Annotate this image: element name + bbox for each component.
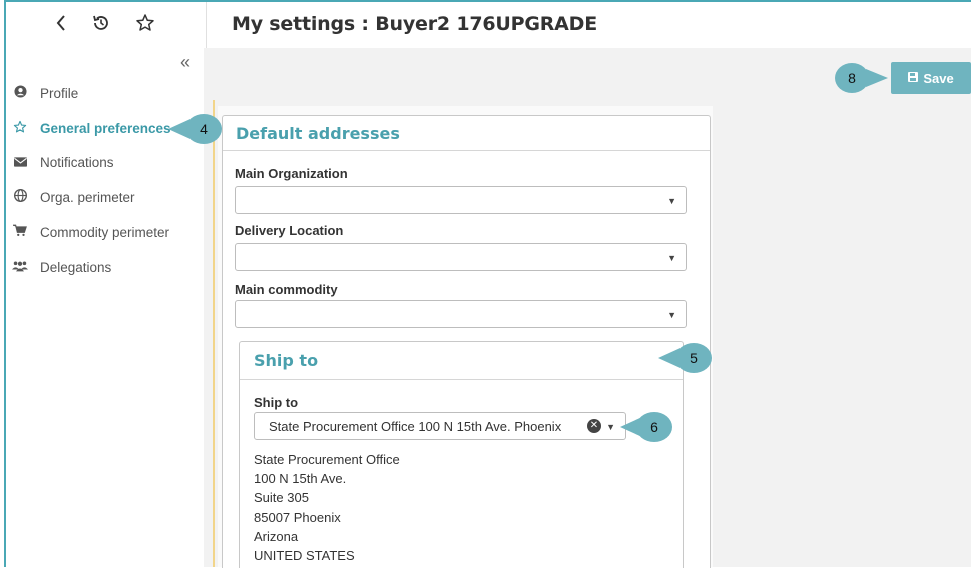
ship-to-header: Ship to xyxy=(240,342,683,380)
address-line: UNITED STATES xyxy=(254,548,355,563)
callout-6: 6 xyxy=(636,412,672,442)
main-organization-label: Main Organization xyxy=(235,166,348,181)
address-line: State Procurement Office xyxy=(254,452,400,467)
sidebar-item-commodity-perimeter[interactable]: Commodity perimeter xyxy=(6,217,204,247)
chevron-down-icon: ▼ xyxy=(667,310,676,320)
star-icon xyxy=(8,120,32,137)
sidebar-item-label: Orga. perimeter xyxy=(40,189,135,205)
sidebar-item-label: Profile xyxy=(40,85,79,101)
favorite-star-icon[interactable] xyxy=(132,10,158,36)
delivery-location-select[interactable]: ▼ xyxy=(235,243,687,271)
envelope-icon xyxy=(8,155,32,170)
history-icon[interactable] xyxy=(88,10,114,36)
callout-8-pointer xyxy=(866,69,888,87)
user-circle-icon xyxy=(8,85,32,101)
address-line: Suite 305 xyxy=(254,490,309,505)
cart-icon xyxy=(8,224,32,240)
globe-icon xyxy=(8,188,32,205)
panel-title: Default addresses xyxy=(236,124,400,143)
main-commodity-select[interactable]: ▼ xyxy=(235,300,687,328)
sidebar-item-profile[interactable]: Profile xyxy=(6,78,204,108)
save-button[interactable]: Save xyxy=(891,62,971,94)
sidebar-item-label: Delegations xyxy=(40,259,112,275)
header-bar: My settings : Buyer2 176UPGRADE xyxy=(6,2,971,49)
delivery-location-label: Delivery Location xyxy=(235,223,344,238)
main-organization-select[interactable]: ▼ xyxy=(235,186,687,214)
sidebar-item-label: Notifications xyxy=(40,154,114,170)
callout-4: 4 xyxy=(186,114,222,144)
ship-to-field-label: Ship to xyxy=(254,395,299,410)
users-icon xyxy=(8,260,32,275)
panel-header: Default addresses xyxy=(223,116,710,151)
address-line: 100 N 15th Ave. xyxy=(254,471,347,486)
back-chevron-icon[interactable] xyxy=(48,10,74,36)
chevron-down-icon: ▼ xyxy=(606,422,615,432)
collapse-sidebar-icon[interactable]: « xyxy=(180,52,190,73)
sidebar-item-delegations[interactable]: Delegations xyxy=(6,252,204,282)
ship-to-title: Ship to xyxy=(254,351,319,370)
address-line: 85007 Phoenix xyxy=(254,510,341,525)
content-accent-strip xyxy=(213,100,215,567)
chevron-down-icon: ▼ xyxy=(667,253,676,263)
callout-8: 8 xyxy=(835,63,869,93)
header-divider xyxy=(206,2,207,48)
ship-to-select[interactable]: State Procurement Office 100 N 15th Ave.… xyxy=(254,412,626,440)
floppy-disk-icon xyxy=(908,71,919,85)
sidebar-item-label: Commodity perimeter xyxy=(40,224,170,240)
callout-5: 5 xyxy=(676,343,712,373)
page-title: My settings : Buyer2 176UPGRADE xyxy=(232,13,598,35)
clear-selection-icon[interactable]: ✕ xyxy=(587,419,601,433)
sidebar-item-notifications[interactable]: Notifications xyxy=(6,147,204,177)
sidebar-item-orga-perimeter[interactable]: Orga. perimeter xyxy=(6,182,204,212)
sidebar-item-label: General preferences xyxy=(40,120,171,136)
save-button-label: Save xyxy=(923,70,954,86)
main-commodity-label: Main commodity xyxy=(235,282,338,297)
chevron-down-icon: ▼ xyxy=(667,196,676,206)
address-line: Arizona xyxy=(254,529,299,544)
